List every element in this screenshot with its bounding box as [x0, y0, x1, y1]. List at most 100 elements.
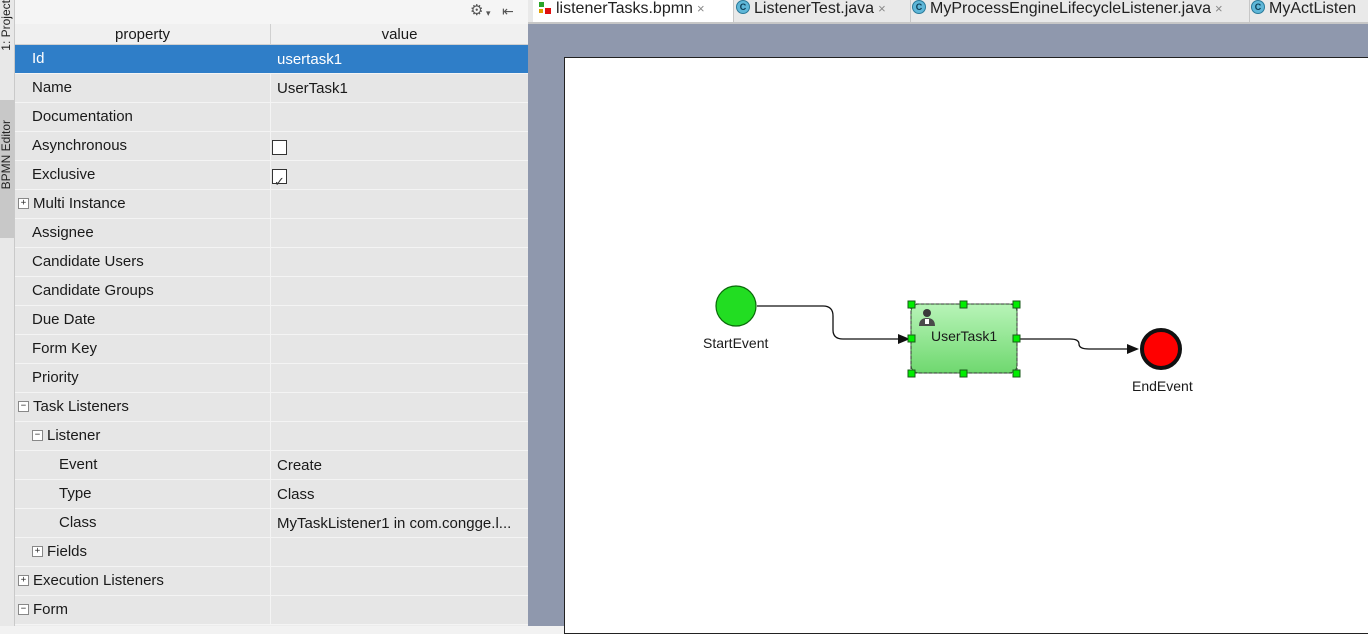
bpmn-editor-tool-tab[interactable]: BPMN Editor [0, 100, 14, 238]
resize-handle[interactable] [907, 369, 916, 378]
java-class-icon: C [1251, 0, 1265, 14]
property-value-cell[interactable] [271, 103, 528, 131]
property-row[interactable]: Due Date [15, 306, 528, 335]
property-row[interactable]: Type Class [15, 480, 528, 509]
property-value-cell[interactable] [271, 248, 528, 276]
editor-tab[interactable]: C MyActListen [1245, 0, 1368, 22]
property-name-cell: Exclusive [15, 161, 271, 189]
property-value-cell[interactable] [271, 567, 528, 595]
property-name-cell: Form Key [15, 335, 271, 363]
user-task-label: UserTask1 [931, 328, 998, 344]
end-event[interactable] [1140, 328, 1182, 370]
property-row[interactable]: Event Create [15, 451, 528, 480]
property-value [271, 254, 277, 271]
column-header-value[interactable]: value [271, 24, 528, 44]
property-row[interactable]: Asynchronous [15, 132, 528, 161]
property-row[interactable]: + Multi Instance [15, 190, 528, 219]
property-row[interactable]: Exclusive ✓ [15, 161, 528, 190]
property-row[interactable]: Documentation [15, 103, 528, 132]
column-header-property[interactable]: property [15, 24, 271, 44]
property-label: Priority [32, 369, 79, 386]
property-value-cell[interactable]: ✓ [271, 161, 528, 189]
property-name-cell: Class [15, 509, 271, 537]
property-value-cell[interactable] [271, 219, 528, 247]
property-value-cell[interactable] [271, 132, 528, 160]
property-value [271, 225, 277, 242]
project-tool-tab-label: 1: Project [0, 0, 13, 51]
editor-tab-label: ListenerTest.java [754, 0, 875, 17]
property-table: Id usertask1 Name UserTask1 Documentation Asy… [15, 45, 528, 625]
property-row[interactable]: Name UserTask1 [15, 74, 528, 103]
close-icon[interactable]: × [878, 1, 886, 16]
property-label: Form Key [32, 340, 98, 357]
editor-tab-bar: listenerTasks.bpmn × C ListenerTest.java × C M… [528, 0, 1368, 24]
property-row[interactable]: Candidate Groups [15, 277, 528, 306]
editor-tab[interactable]: C MyProcessEngineLifecycleListener.java × [906, 0, 1250, 22]
property-row[interactable]: − Task Listeners [15, 393, 528, 422]
bpmn-canvas[interactable]: StartEvent UserTask1 EndEvent [564, 57, 1368, 634]
chevron-down-icon[interactable]: ▾ [486, 2, 491, 24]
property-value-cell[interactable] [271, 596, 528, 624]
checkmark-icon: ✓ [274, 174, 285, 189]
project-tool-tab[interactable]: 1: Project [0, 0, 14, 92]
property-value-cell[interactable] [271, 364, 528, 392]
property-row[interactable]: − Form [15, 596, 528, 625]
end-event-label: EndEvent [1132, 378, 1193, 394]
collapse-icon[interactable]: − [18, 400, 29, 412]
expand-icon[interactable]: + [18, 197, 29, 209]
property-row[interactable]: Class MyTaskListener1 in com.congge.l... [15, 509, 528, 538]
start-event[interactable] [715, 285, 757, 327]
sequence-flow-task-to-end[interactable] [1018, 338, 1139, 354]
close-icon[interactable]: × [1215, 1, 1223, 16]
property-name-cell: Candidate Users [15, 248, 271, 276]
property-name-cell: Name [15, 74, 271, 102]
property-row[interactable]: Candidate Users [15, 248, 528, 277]
checkbox[interactable]: ✓ [272, 169, 287, 189]
property-value-cell[interactable]: MyTaskListener1 in com.congge.l... [271, 509, 528, 537]
property-row[interactable]: Id usertask1 [15, 45, 528, 74]
editor-tab[interactable]: listenerTasks.bpmn × [533, 0, 734, 22]
property-value: Create [277, 457, 323, 474]
property-value-cell[interactable] [271, 277, 528, 305]
property-label: Documentation [32, 108, 133, 125]
property-value-cell[interactable]: usertask1 [271, 45, 528, 73]
property-value: usertask1 [277, 51, 343, 68]
property-label: Class [59, 514, 97, 531]
resize-handle[interactable] [907, 300, 916, 309]
bpmn-file-icon [539, 1, 551, 14]
collapse-icon[interactable]: − [18, 603, 29, 615]
close-icon[interactable]: × [697, 1, 705, 16]
resize-handle[interactable] [1012, 369, 1021, 378]
resize-handle[interactable] [1012, 300, 1021, 309]
expand-icon[interactable]: + [32, 545, 43, 557]
property-value-cell[interactable] [271, 393, 528, 421]
resize-handle[interactable] [959, 369, 968, 378]
collapse-icon[interactable]: − [32, 429, 43, 441]
property-value-cell[interactable]: Class [271, 480, 528, 508]
property-value-cell[interactable] [271, 190, 528, 218]
property-value-cell[interactable]: UserTask1 [271, 74, 528, 102]
resize-handle[interactable] [1012, 334, 1021, 343]
property-value-cell[interactable] [271, 422, 528, 450]
expand-icon[interactable]: + [18, 574, 29, 586]
sequence-flow-start-to-task[interactable] [757, 305, 910, 344]
property-row[interactable]: Form Key [15, 335, 528, 364]
property-row[interactable]: + Execution Listeners [15, 567, 528, 596]
hide-panel-icon[interactable]: ⇤ [502, 0, 514, 22]
property-value-cell[interactable] [271, 538, 528, 566]
checkbox[interactable] [272, 140, 287, 155]
gear-icon[interactable]: ⚙ [470, 0, 483, 22]
property-name-cell: + Fields [15, 538, 271, 566]
property-row[interactable]: + Fields [15, 538, 528, 567]
property-value-cell[interactable]: Create [271, 451, 528, 479]
resize-handle[interactable] [907, 334, 916, 343]
property-value: UserTask1 [277, 80, 348, 97]
editor-tab[interactable]: C ListenerTest.java × [730, 0, 911, 22]
property-value: Class [277, 486, 315, 503]
resize-handle[interactable] [959, 300, 968, 309]
property-value-cell[interactable] [271, 335, 528, 363]
property-row[interactable]: Priority [15, 364, 528, 393]
property-row[interactable]: − Listener [15, 422, 528, 451]
property-value-cell[interactable] [271, 306, 528, 334]
property-row[interactable]: Assignee [15, 219, 528, 248]
